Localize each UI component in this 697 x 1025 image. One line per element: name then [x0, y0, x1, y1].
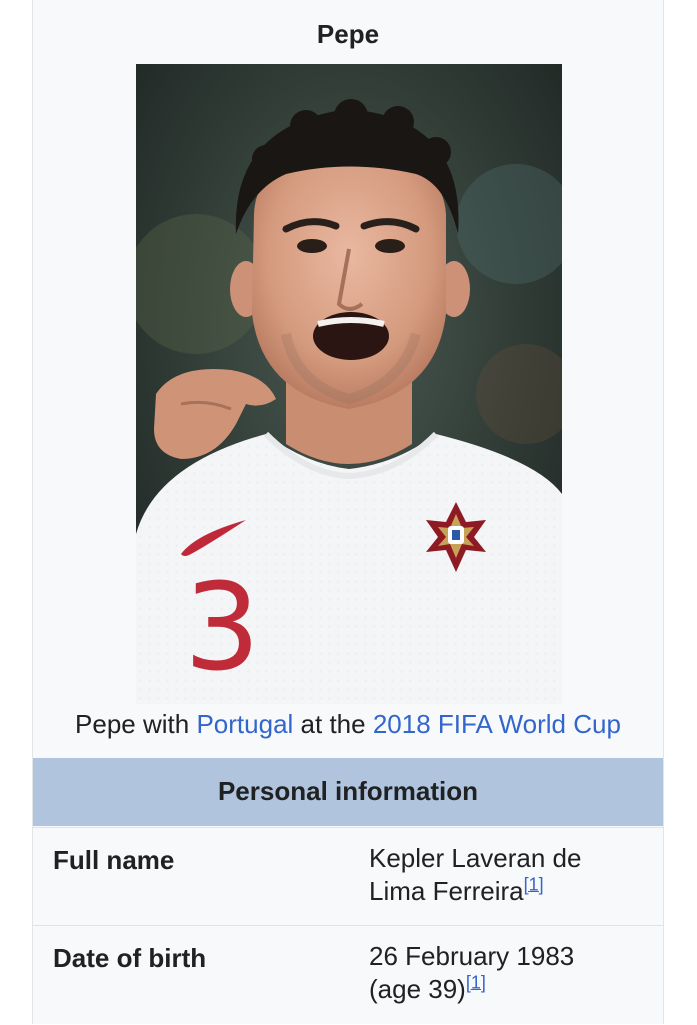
caption-prefix: Pepe with: [75, 709, 190, 739]
full-name-line1: Kepler Laveran de: [369, 843, 582, 873]
full-name-label: Full name: [53, 845, 175, 875]
full-name-citation-link[interactable]: [1]: [524, 874, 544, 894]
world-cup-2018-link[interactable]: 2018 FIFA World Cup: [373, 709, 621, 739]
date-of-birth-value: 26 February 1983 (age 39)[1]: [369, 940, 649, 1006]
player-photo[interactable]: 3: [136, 64, 562, 704]
infobox: Pepe 3 Pepe with Portugal at the 2018 FI…: [32, 0, 664, 1024]
jersey-number: 3: [184, 559, 261, 698]
full-name-value: Kepler Laveran de Lima Ferreira[1]: [369, 842, 649, 908]
infobox-row-date-of-birth: Date of birth 26 February 1983 (age 39)[…: [33, 925, 663, 1025]
age-text: (age 39): [369, 974, 466, 1004]
date-of-birth-citation-link[interactable]: [1]: [466, 972, 486, 992]
infobox-row-full-name: Full name Kepler Laveran de Lima Ferreir…: [33, 827, 663, 926]
date-of-birth-line1: 26 February 1983: [369, 941, 575, 971]
caption-middle: at the: [300, 709, 366, 739]
full-name-line2: Lima Ferreira: [369, 876, 524, 906]
section-header-personal-information: Personal information: [33, 758, 663, 826]
infobox-title: Pepe: [316, 19, 380, 49]
image-caption: Pepe with Portugal at the 2018 FIFA Worl…: [33, 706, 663, 742]
portugal-link[interactable]: Portugal: [196, 709, 293, 739]
date-of-birth-label: Date of birth: [53, 943, 207, 973]
